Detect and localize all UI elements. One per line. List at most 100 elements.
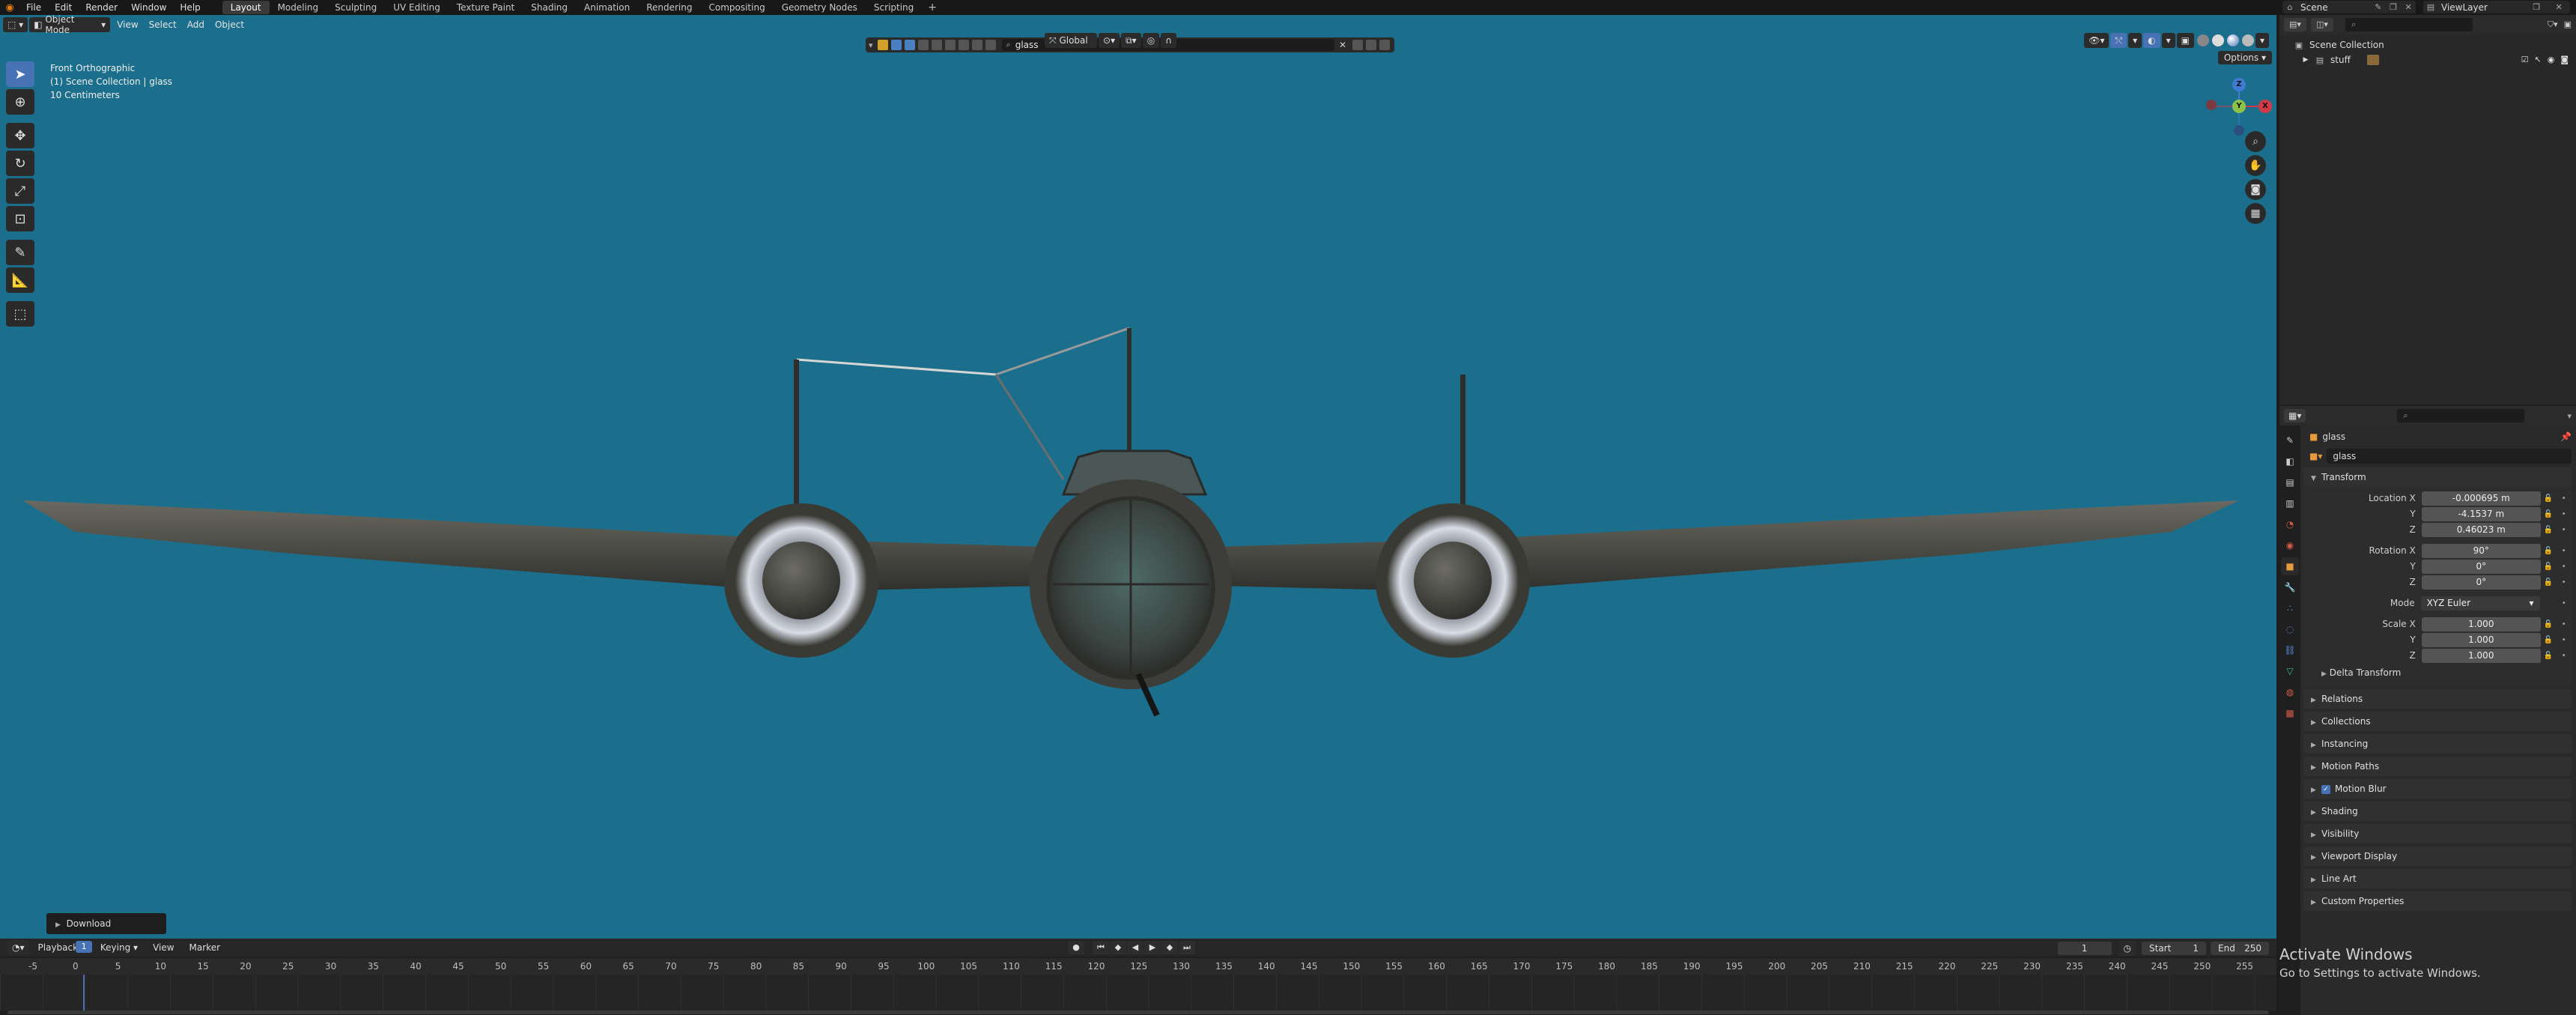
select-toggle-icon[interactable]: ↖ [2534,55,2541,64]
instancing-panel-header[interactable]: ▶ Instancing [2303,734,2572,754]
tab-uv-editing[interactable]: UV Editing [385,1,449,14]
expand-arrow-icon[interactable]: ▶ [2302,56,2309,64]
last-operation-panel[interactable]: ▶ Download [46,913,166,934]
menu-marker[interactable]: Marker [182,942,228,953]
rotation-y-field[interactable]: 0° [2421,559,2541,574]
output-tab-icon[interactable]: ▤ [2281,473,2299,491]
play-button[interactable]: ▶ [1144,941,1161,954]
menu-keying[interactable]: Keying ▾ [93,942,145,953]
menu-view[interactable]: View [145,942,181,953]
world-tab-icon[interactable]: ◉ [2281,536,2299,554]
collections-panel-header[interactable]: ▶ Collections [2303,712,2572,731]
location-x-field[interactable]: -0.000695 m [2421,491,2541,506]
add-workspace-button[interactable]: + [922,1,943,13]
tool-tab-icon[interactable]: ✎ [2281,431,2299,449]
play-reverse-button[interactable]: ◀ [1127,941,1143,954]
timeline-track-area[interactable] [0,975,2276,1011]
pan-button[interactable]: ✋ [2245,155,2266,176]
gizmo-neg-x[interactable] [2206,100,2217,110]
close-icon[interactable]: ✕ [2556,2,2563,12]
keyframe-dot-icon[interactable]: • [2556,526,2572,534]
outliner-editor-type[interactable]: ▤▾ [2284,18,2306,31]
keyframe-dot-icon[interactable]: • [2556,510,2572,518]
filter-icon[interactable]: ⛉▾ [2548,19,2558,30]
keyframe-dot-icon[interactable]: • [2556,563,2572,571]
tab-modeling[interactable]: Modeling [270,1,327,14]
constraints-tab-icon[interactable]: ⛓ [2281,641,2299,659]
texture-tab-icon[interactable]: ▩ [2281,704,2299,722]
delta-transform-subpanel[interactable]: ▶ Delta Transform [2303,664,2572,682]
keyframe-dot-icon[interactable]: • [2556,636,2572,644]
menu-file[interactable]: File [19,0,48,15]
scale-y-field[interactable]: 1.000 [2421,632,2541,647]
rotation-x-field[interactable]: 90° [2421,543,2541,558]
data-tab-icon[interactable]: ▽ [2281,662,2299,680]
record-button[interactable]: ● [1068,941,1084,954]
scale-x-field[interactable]: 1.000 [2421,616,2541,631]
lock-icon[interactable]: 🔓 [2541,620,2557,628]
view-layer-selector[interactable]: ▤ ViewLayer ❐ ✕ [2423,1,2570,13]
modifier-tab-icon[interactable]: 🔧 [2281,578,2299,596]
close-icon[interactable]: ✕ [2405,2,2412,12]
physics-tab-icon[interactable]: ◌ [2281,620,2299,638]
outliner-row-scene-collection[interactable]: ▣ Scene Collection [2279,37,2576,52]
rotation-z-field[interactable]: 0° [2421,575,2541,590]
tab-rendering[interactable]: Rendering [638,1,700,14]
gizmo-x-axis[interactable]: X [2258,100,2272,113]
location-z-field[interactable]: 0.46023 m [2421,522,2541,537]
line-art-panel-header[interactable]: ▶ Line Art [2303,869,2572,888]
custom-properties-panel-header[interactable]: ▶ Custom Properties [2303,891,2572,911]
jump-end-button[interactable]: ⏭ [1179,941,1195,954]
blender-logo-icon[interactable]: ◉ [0,0,19,15]
keyframe-dot-icon[interactable]: • [2556,547,2572,555]
keyframe-dot-icon[interactable]: • [2556,652,2572,660]
tab-texture-paint[interactable]: Texture Paint [449,1,523,14]
end-frame-field[interactable]: End 250 [2211,942,2269,955]
lock-icon[interactable]: 🔓 [2541,652,2557,660]
keyframe-dot-icon[interactable]: • [2557,599,2572,608]
view-layer-tab-icon[interactable]: ▥ [2281,494,2299,512]
transform-panel-header[interactable]: ▼ Transform [2303,467,2572,487]
menu-window[interactable]: Window [124,0,173,15]
properties-editor-type[interactable]: ▦ ▾ [2284,409,2306,422]
jump-start-button[interactable]: ⏮ [1093,941,1109,954]
lock-icon[interactable]: 🔓 [2541,494,2557,503]
motion-blur-checkbox[interactable]: ✓ [2321,784,2330,794]
display-mode-button[interactable]: ◫▾ [2311,18,2333,31]
3d-viewport[interactable]: ⬚ ▾ ◧ Object Mode ▾ View Select Add Obje… [0,15,2276,939]
menu-render[interactable]: Render [79,0,124,15]
tab-sculpting[interactable]: Sculpting [326,1,385,14]
lock-icon[interactable]: 🔓 [2541,563,2557,571]
keyframe-dot-icon[interactable]: • [2556,494,2572,503]
gizmo-z-axis[interactable]: Z [2232,78,2246,91]
location-y-field[interactable]: -4.1537 m [2421,506,2541,521]
timeline-editor-type[interactable]: ◔ ▾ [7,940,29,955]
keyframe-dot-icon[interactable]: • [2556,620,2572,628]
eye-icon[interactable]: ◉ [2548,55,2555,64]
timeline-scrollbar[interactable] [7,1011,2269,1014]
menu-help[interactable]: Help [173,0,207,15]
scale-z-field[interactable]: 1.000 [2421,648,2541,663]
viewport-display-panel-header[interactable]: ▶ Viewport Display [2303,846,2572,866]
visibility-panel-header[interactable]: ▶ Visibility [2303,824,2572,843]
outliner-row-stuff[interactable]: ▶ ▤ stuff ☑ ↖ ◉ ◙ [2279,52,2576,67]
lock-icon[interactable]: 🔓 [2541,578,2557,587]
keyframe-dot-icon[interactable]: • [2556,578,2572,587]
current-frame-field[interactable]: 1 [2057,942,2112,955]
gizmo-neg-z[interactable] [2234,125,2244,136]
tab-geometry-nodes[interactable]: Geometry Nodes [774,1,866,14]
lock-icon[interactable]: 🔓 [2541,636,2557,644]
camera-view-button[interactable]: ◙ [2245,179,2266,200]
lock-icon[interactable]: 🔓 [2541,526,2557,534]
motion-paths-panel-header[interactable]: ▶ Motion Paths [2303,757,2572,776]
menu-edit[interactable]: Edit [48,0,79,15]
prev-keyframe-button[interactable]: ◆ [1110,941,1126,954]
lock-icon[interactable]: 🔓 [2541,510,2557,518]
preview-range-toggle[interactable]: ◷ [2118,941,2136,956]
outliner-search-input[interactable]: ⌕ [2345,18,2473,31]
options-dropdown-icon[interactable]: ▾ [2567,411,2572,421]
scene-tab-icon[interactable]: ◔ [2281,515,2299,533]
aircraft-model[interactable] [0,15,2276,939]
playhead[interactable]: 1 [76,941,93,953]
checkbox-icon[interactable]: ☑ [2521,55,2529,64]
